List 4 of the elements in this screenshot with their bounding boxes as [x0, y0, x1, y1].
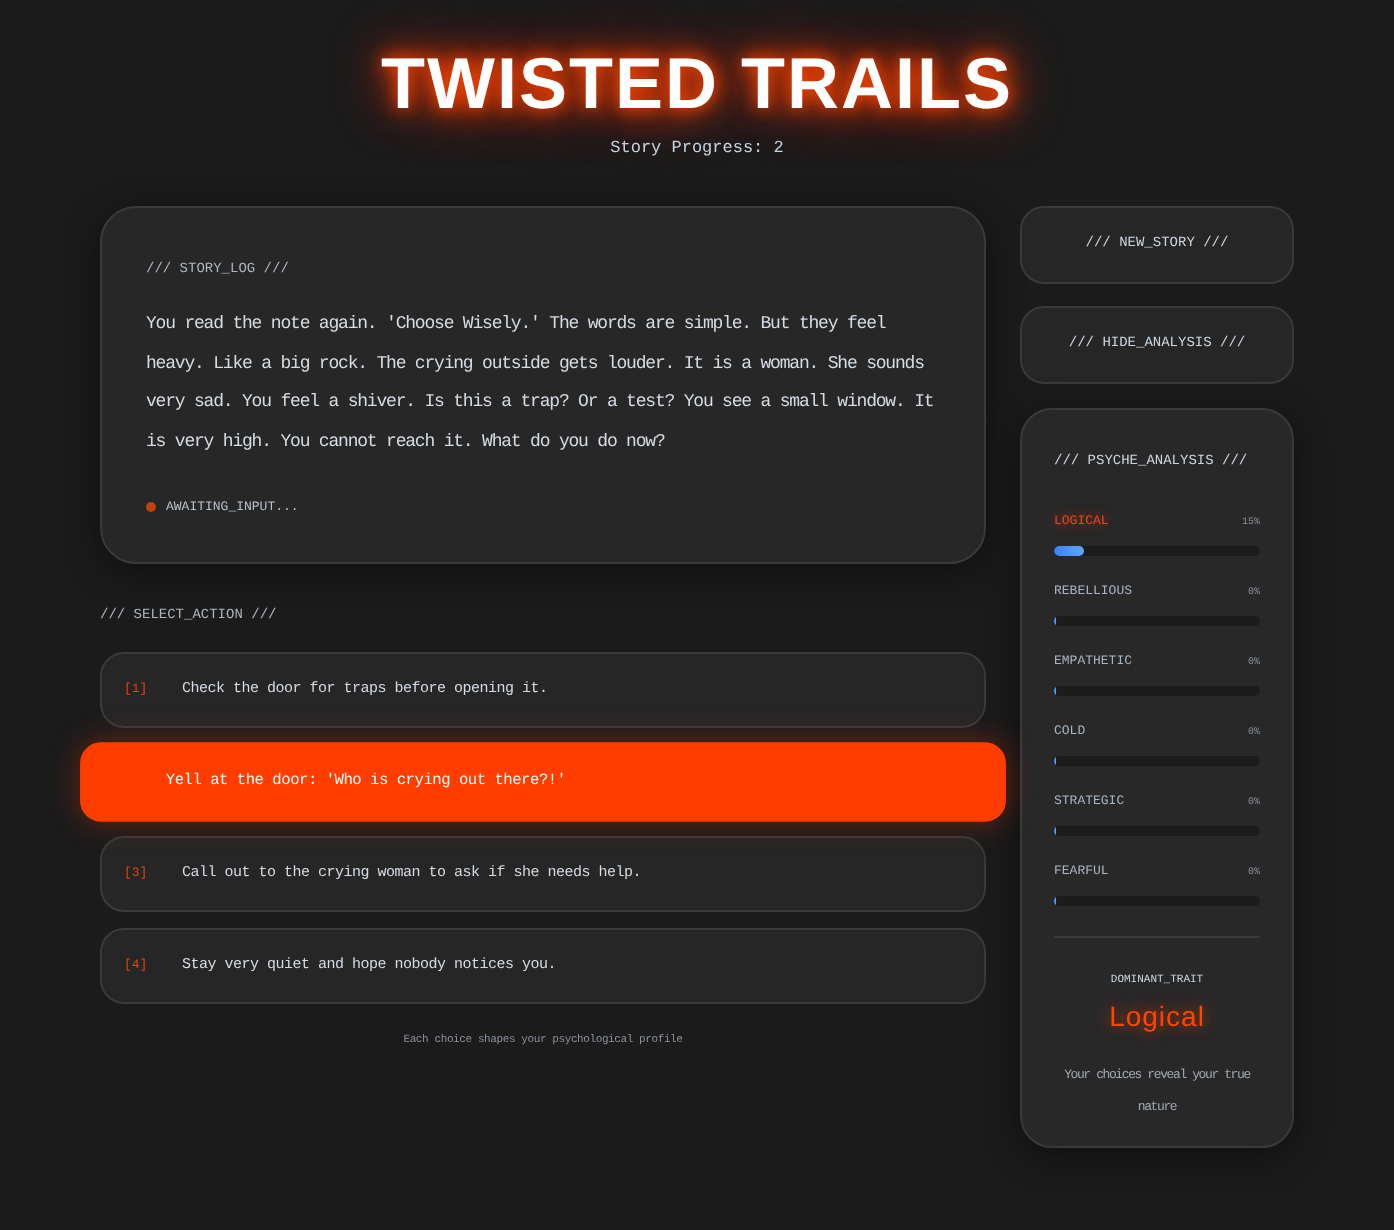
story-step-counter: Story Progress: 2 [610, 136, 784, 160]
app-title: TWISTED TRAILS [381, 44, 1013, 124]
story-text: You read the note again. 'Choose Wisely.' The words are simple. But they feel heavy. Like a big rock. The crying outside gets louder. It is a woman. She sounds very sad. You feel a shiver. Is this a trap? Or a test? You see a small window. It is very high. You cannot reach it. What do you do now? [146, 312, 936, 457]
dominant-trait-value: Logical [1107, 998, 1207, 1034]
